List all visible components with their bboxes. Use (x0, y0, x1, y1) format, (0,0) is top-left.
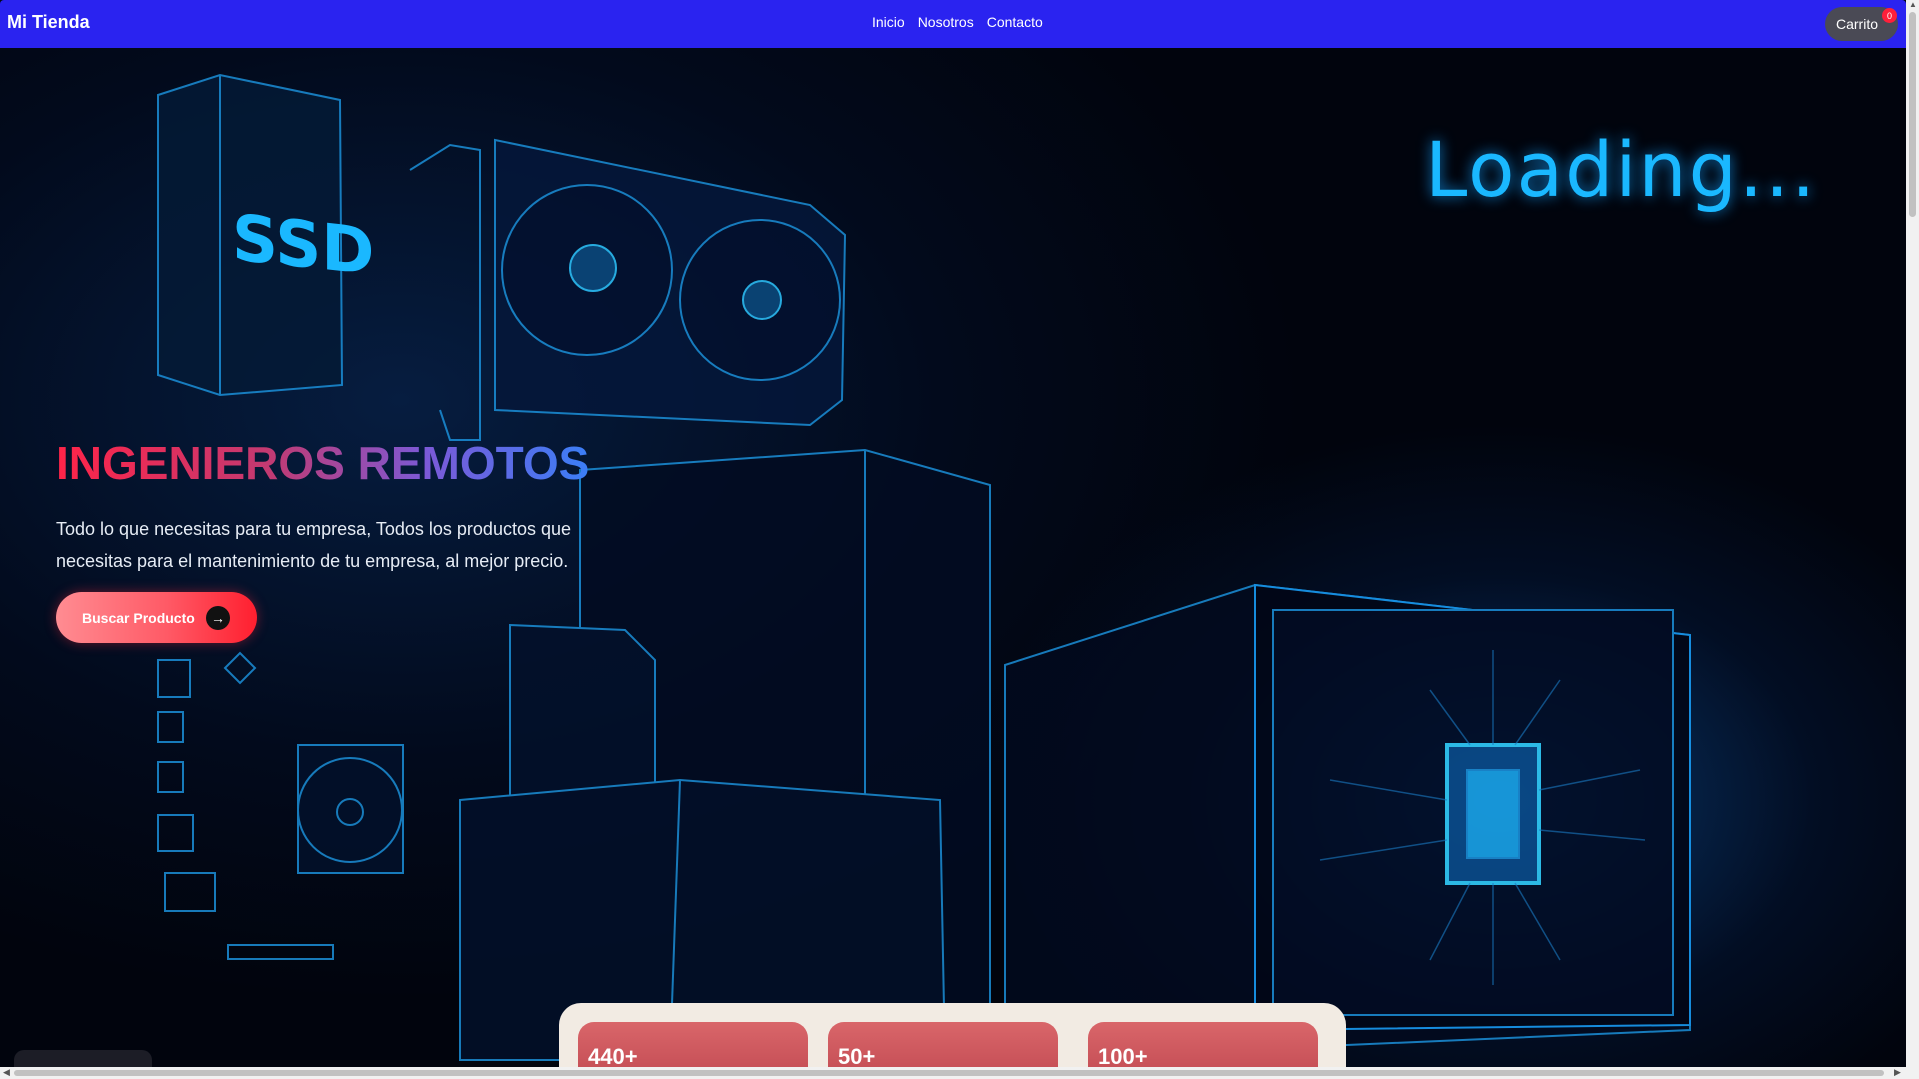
nav-links: Inicio Nosotros Contacto (872, 14, 1043, 30)
scroll-left-icon[interactable]: ◀ (3, 1067, 10, 1078)
ssd-label: SSD (232, 201, 374, 291)
search-product-button[interactable]: Buscar Producto → (56, 592, 257, 643)
nav-link-inicio[interactable]: Inicio (872, 14, 905, 30)
page: SSD Loading... Mi Tienda Inicio Nosotros… (0, 0, 1919, 1079)
loading-text: Loading... (1425, 125, 1818, 214)
navbar: Mi Tienda Inicio Nosotros Contacto Carri… (0, 0, 1906, 48)
scroll-up-icon[interactable]: ▲ (1909, 0, 1917, 9)
nav-link-nosotros[interactable]: Nosotros (918, 14, 974, 30)
hero-description: Todo lo que necesitas para tu empresa, T… (56, 519, 571, 571)
scroll-right-icon[interactable]: ▶ (1894, 1067, 1901, 1078)
cart-label: Carrito (1836, 16, 1879, 32)
vertical-scroll-thumb[interactable] (1909, 12, 1916, 217)
nav-link-contacto[interactable]: Contacto (987, 14, 1043, 30)
horizontal-scrollbar[interactable]: ◀ ▶ (0, 1067, 1919, 1079)
hero-title: INGENIEROS REMOTOS (56, 437, 590, 489)
cart-count-badge: 0 (1882, 8, 1897, 23)
horizontal-scroll-thumb[interactable] (14, 1070, 1884, 1076)
vertical-scrollbar[interactable]: ▲ (1906, 0, 1919, 1067)
search-product-label: Buscar Producto (82, 609, 195, 626)
brand-logo[interactable]: Mi Tienda (7, 12, 90, 33)
arrow-right-icon: → (206, 606, 230, 630)
